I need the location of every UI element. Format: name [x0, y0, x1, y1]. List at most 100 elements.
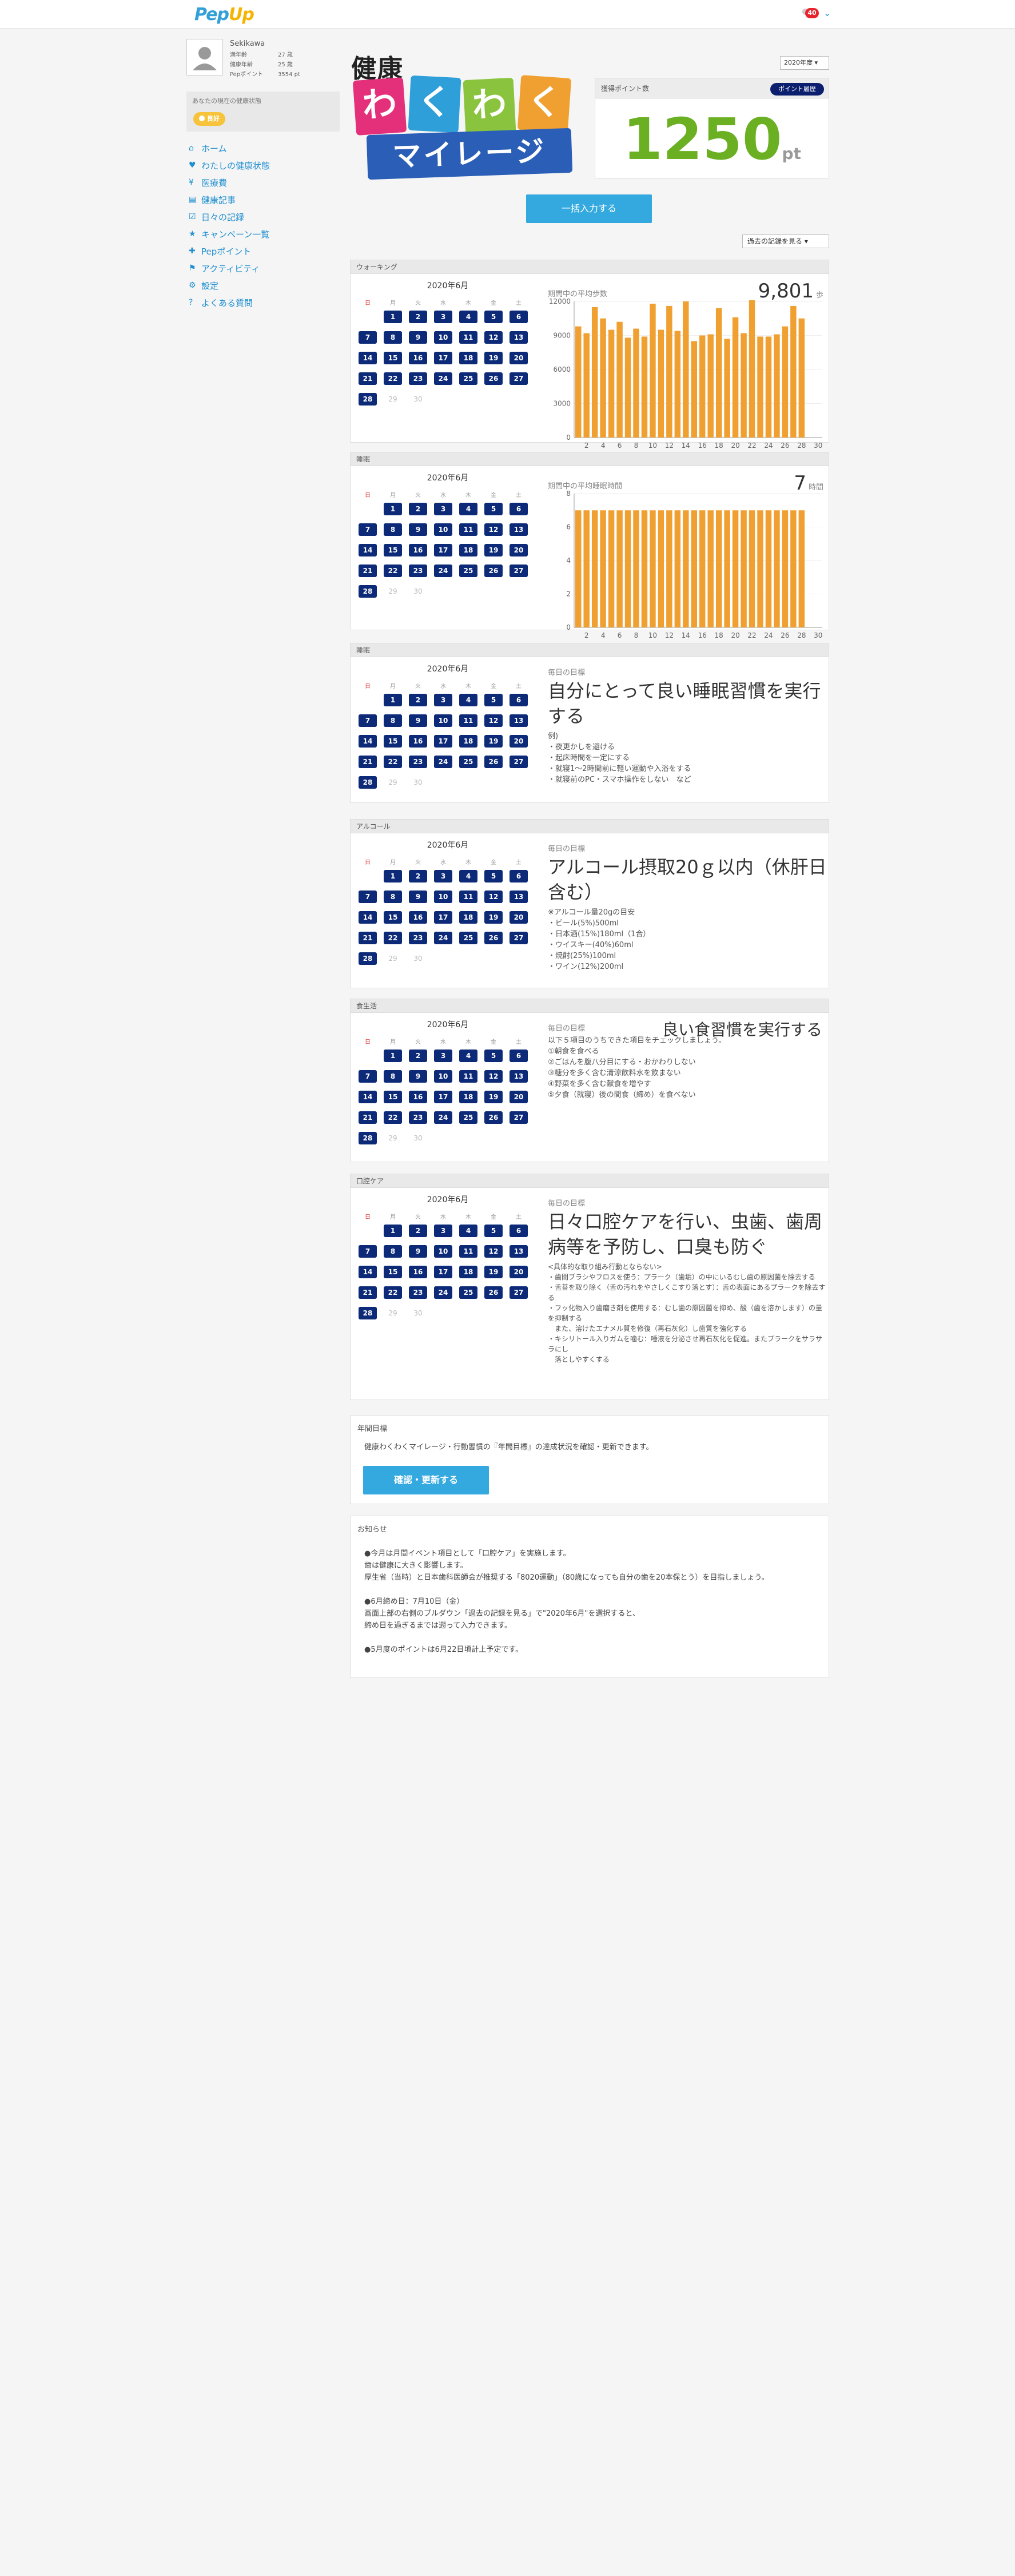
- calendar-day[interactable]: 28: [359, 1132, 377, 1144]
- past-records-select[interactable]: 過去の記録を見る ▾: [742, 234, 829, 248]
- calendar-day[interactable]: 24: [434, 932, 452, 944]
- calendar-day[interactable]: 23: [409, 372, 427, 385]
- calendar-day[interactable]: 11: [459, 891, 477, 903]
- calendar-day[interactable]: 14: [359, 1266, 377, 1278]
- calendar-day[interactable]: 6: [510, 694, 528, 706]
- calendar-day[interactable]: 12: [484, 714, 503, 727]
- calendar-day[interactable]: 26: [484, 1286, 503, 1299]
- calendar-day[interactable]: 22: [384, 1286, 402, 1299]
- calendar-day[interactable]: 17: [434, 544, 452, 556]
- calendar-day[interactable]: 3: [434, 694, 452, 706]
- calendar-day[interactable]: 13: [510, 523, 528, 536]
- calendar-day[interactable]: 21: [359, 756, 377, 768]
- calendar-day[interactable]: 28: [359, 1307, 377, 1319]
- confirm-update-button[interactable]: 確認・更新する: [363, 1466, 489, 1494]
- calendar-day[interactable]: 9: [409, 1070, 427, 1083]
- calendar-day[interactable]: 2: [409, 1225, 427, 1237]
- calendar-day[interactable]: 16: [409, 544, 427, 556]
- calendar-day[interactable]: 24: [434, 565, 452, 577]
- points-history-button[interactable]: ポイント履歴: [770, 83, 824, 96]
- sidebar-item-1[interactable]: ♥ わたしの健康状態: [186, 157, 340, 174]
- calendar-day[interactable]: 3: [434, 1225, 452, 1237]
- calendar-day[interactable]: 12: [484, 1245, 503, 1258]
- calendar-day[interactable]: 16: [409, 1091, 427, 1103]
- calendar-day[interactable]: 1: [384, 1225, 402, 1237]
- calendar-day[interactable]: 19: [484, 352, 503, 364]
- calendar-day[interactable]: 23: [409, 1286, 427, 1299]
- calendar-day[interactable]: 6: [510, 1050, 528, 1062]
- calendar-day[interactable]: 11: [459, 331, 477, 344]
- calendar-day[interactable]: 20: [510, 1091, 528, 1103]
- calendar-day[interactable]: 15: [384, 735, 402, 748]
- calendar-day[interactable]: 5: [484, 1225, 503, 1237]
- calendar-day[interactable]: 13: [510, 331, 528, 344]
- calendar-day[interactable]: 21: [359, 1111, 377, 1124]
- calendar-day[interactable]: 10: [434, 1070, 452, 1083]
- calendar-day[interactable]: 18: [459, 735, 477, 748]
- calendar-day[interactable]: 21: [359, 1286, 377, 1299]
- calendar-day[interactable]: 16: [409, 735, 427, 748]
- calendar-day[interactable]: 4: [459, 311, 477, 323]
- calendar-day[interactable]: 27: [510, 932, 528, 944]
- calendar-day[interactable]: 7: [359, 523, 377, 536]
- calendar-day[interactable]: 5: [484, 311, 503, 323]
- calendar-day[interactable]: 7: [359, 714, 377, 727]
- calendar-day[interactable]: 3: [434, 1050, 452, 1062]
- calendar-day[interactable]: 19: [484, 1091, 503, 1103]
- calendar-day[interactable]: 2: [409, 870, 427, 882]
- calendar-day[interactable]: 2: [409, 311, 427, 323]
- calendar-day[interactable]: 8: [384, 714, 402, 727]
- calendar-day[interactable]: 4: [459, 503, 477, 515]
- calendar-day[interactable]: 14: [359, 911, 377, 924]
- bulk-input-button[interactable]: 一括入力する: [526, 194, 652, 223]
- calendar-day[interactable]: 12: [484, 1070, 503, 1083]
- notification-badge[interactable]: 40: [805, 8, 819, 18]
- calendar-day[interactable]: 24: [434, 1286, 452, 1299]
- calendar-day[interactable]: 6: [510, 311, 528, 323]
- calendar-day[interactable]: 28: [359, 952, 377, 965]
- calendar-day[interactable]: 20: [510, 544, 528, 556]
- calendar-day[interactable]: 10: [434, 523, 452, 536]
- calendar-day[interactable]: 27: [510, 372, 528, 385]
- calendar-day[interactable]: 17: [434, 352, 452, 364]
- calendar-day[interactable]: 23: [409, 756, 427, 768]
- calendar-day[interactable]: 14: [359, 735, 377, 748]
- calendar-day[interactable]: 9: [409, 891, 427, 903]
- calendar-day[interactable]: 15: [384, 352, 402, 364]
- calendar-day[interactable]: 25: [459, 372, 477, 385]
- calendar-day[interactable]: 2: [409, 1050, 427, 1062]
- calendar-day[interactable]: 1: [384, 694, 402, 706]
- calendar-day[interactable]: 15: [384, 1266, 402, 1278]
- calendar-day[interactable]: 7: [359, 331, 377, 344]
- calendar-day[interactable]: 18: [459, 352, 477, 364]
- calendar-day[interactable]: 25: [459, 932, 477, 944]
- sidebar-item-6[interactable]: ✚ Pepポイント: [186, 243, 340, 260]
- calendar-day[interactable]: 17: [434, 735, 452, 748]
- calendar-day[interactable]: 16: [409, 911, 427, 924]
- chevron-down-icon[interactable]: ⌄: [823, 7, 831, 18]
- calendar-day[interactable]: 5: [484, 870, 503, 882]
- calendar-day[interactable]: 21: [359, 372, 377, 385]
- calendar-day[interactable]: 3: [434, 870, 452, 882]
- calendar-day[interactable]: 9: [409, 331, 427, 344]
- calendar-day[interactable]: 19: [484, 1266, 503, 1278]
- calendar-day[interactable]: 17: [434, 1091, 452, 1103]
- calendar-day[interactable]: 13: [510, 891, 528, 903]
- calendar-day[interactable]: 2: [409, 694, 427, 706]
- calendar-day[interactable]: 16: [409, 352, 427, 364]
- calendar-day[interactable]: 2: [409, 503, 427, 515]
- calendar-day[interactable]: 4: [459, 870, 477, 882]
- calendar-day[interactable]: 8: [384, 891, 402, 903]
- calendar-day[interactable]: 3: [434, 311, 452, 323]
- calendar-day[interactable]: 23: [409, 1111, 427, 1124]
- calendar-day[interactable]: 22: [384, 932, 402, 944]
- calendar-day[interactable]: 6: [510, 1225, 528, 1237]
- calendar-day[interactable]: 11: [459, 523, 477, 536]
- calendar-day[interactable]: 22: [384, 756, 402, 768]
- calendar-day[interactable]: 7: [359, 1245, 377, 1258]
- calendar-day[interactable]: 12: [484, 331, 503, 344]
- sidebar-item-0[interactable]: ⌂ ホーム: [186, 140, 340, 157]
- sidebar-item-2[interactable]: ¥ 医療費: [186, 174, 340, 191]
- calendar-day[interactable]: 27: [510, 1111, 528, 1124]
- sidebar-item-7[interactable]: ⚑ アクティビティ: [186, 260, 340, 277]
